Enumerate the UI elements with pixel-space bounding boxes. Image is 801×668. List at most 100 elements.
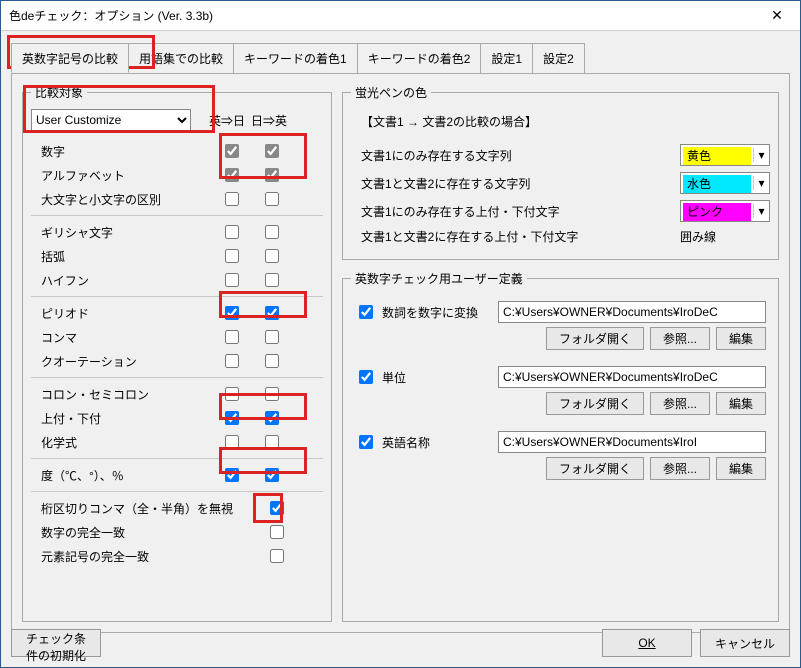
edit-button[interactable]: 編集 [716, 457, 766, 480]
userdef-checkbox[interactable] [359, 305, 373, 319]
userdef-path-input[interactable] [498, 431, 766, 453]
compare-row-label: 桁区切りコンマ（全・半角）を無視 [31, 500, 256, 517]
browse-button[interactable]: 参照... [650, 392, 710, 415]
userdef-checkbox[interactable] [359, 370, 373, 384]
color-select[interactable]: 水色▾ [680, 172, 770, 194]
folder-open-button[interactable]: フォルダ開く [546, 457, 644, 480]
compare-row: ギリシャ文字 [31, 220, 323, 244]
tab-settings2[interactable]: 設定2 [532, 43, 585, 73]
compare-checkbox-ej[interactable] [225, 249, 239, 263]
compare-checkbox-ej[interactable] [270, 525, 284, 539]
compare-checkbox-je[interactable] [265, 249, 279, 263]
compare-row: コンマ [31, 325, 323, 349]
userdef-checkbox[interactable] [359, 435, 373, 449]
highlighter-legend: 蛍光ペンの色 [351, 84, 431, 101]
init-conditions-button[interactable]: チェック条件の初期化 [11, 629, 101, 657]
compare-target-legend: 比較対象 [31, 84, 87, 101]
browse-button[interactable]: 参照... [650, 327, 710, 350]
browse-button[interactable]: 参照... [650, 457, 710, 480]
compare-row-label: 大文字と小文字の区別 [31, 191, 211, 208]
compare-checkbox-je[interactable] [265, 192, 279, 206]
compare-checkbox-ej[interactable] [225, 144, 239, 158]
compare-checkbox-ej[interactable] [225, 192, 239, 206]
tab-settings1[interactable]: 設定1 [480, 43, 533, 73]
compare-checkbox-ej[interactable] [225, 411, 239, 425]
tab-keyword-color1[interactable]: キーワードの着色1 [233, 43, 358, 73]
compare-checkbox-je[interactable] [265, 225, 279, 239]
color-name: 水色 [681, 175, 711, 192]
compare-checkbox-ej[interactable] [270, 501, 284, 515]
ok-button[interactable]: OK [602, 629, 692, 657]
highlighter-row: 文書1と文書2に存在する上付・下付文字囲み線 [351, 228, 770, 245]
compare-checkbox-je[interactable] [265, 144, 279, 158]
userdef-legend: 英数字チェック用ユーザー定義 [351, 270, 527, 287]
compare-row: コロン・セミコロン [31, 382, 323, 406]
compare-row: ハイフン [31, 268, 323, 292]
titlebar: 色deチェック：オプション (Ver. 3.3b) ✕ [1, 1, 800, 31]
compare-checkbox-ej[interactable] [225, 468, 239, 482]
compare-checkbox-je[interactable] [265, 306, 279, 320]
tab-alnum-compare[interactable]: 英数字記号の比較 [11, 43, 129, 73]
compare-row-label: 元素記号の完全一致 [31, 548, 256, 565]
compare-checkbox-je[interactable] [265, 468, 279, 482]
options-dialog: 色deチェック：オプション (Ver. 3.3b) ✕ 英数字記号の比較 用語集… [0, 0, 801, 668]
compare-checkbox-ej[interactable] [225, 168, 239, 182]
userdef-path-input[interactable] [498, 301, 766, 323]
tab-panel: 比較対象 User Customize 英⇒日 日⇒英 数字アルファベット大文字… [11, 73, 790, 633]
edit-button[interactable]: 編集 [716, 392, 766, 415]
close-icon[interactable]: ✕ [754, 1, 800, 30]
cancel-button[interactable]: キャンセル [700, 629, 790, 657]
chevron-down-icon: ▾ [753, 204, 769, 218]
userdef-group: 英数字チェック用ユーザー定義 数詞を数字に変換フォルダ開く参照...編集単位フォ… [342, 270, 779, 622]
compare-checkbox-ej[interactable] [225, 387, 239, 401]
userdef-path-input[interactable] [498, 366, 766, 388]
folder-open-button[interactable]: フォルダ開く [546, 392, 644, 415]
compare-checkbox-je[interactable] [265, 411, 279, 425]
highlighter-label: 文書1にのみ存在する上付・下付文字 [351, 203, 680, 220]
compare-checkbox-ej[interactable] [225, 435, 239, 449]
compare-row-label: コロン・セミコロン [31, 386, 211, 403]
compare-row: 数字 [31, 139, 323, 163]
compare-row: 化学式 [31, 430, 323, 454]
userdef-label: 英語名称 [382, 434, 492, 451]
color-select[interactable]: 黄色▾ [680, 144, 770, 166]
col-header-je: 日⇒英 [251, 112, 287, 129]
compare-checkbox-ej[interactable] [270, 549, 284, 563]
compare-row: クオーテーション [31, 349, 323, 373]
compare-row-label: ピリオド [31, 305, 211, 322]
compare-row: 上付・下付 [31, 406, 323, 430]
edit-button[interactable]: 編集 [716, 327, 766, 350]
highlighter-group: 蛍光ペンの色 【文書1 → 文書2の比較の場合】 文書1にのみ存在する文字列黄色… [342, 84, 779, 260]
window-title: 色deチェック：オプション (Ver. 3.3b) [9, 7, 213, 24]
tab-keyword-color2[interactable]: キーワードの着色2 [357, 43, 482, 73]
compare-checkbox-ej[interactable] [225, 306, 239, 320]
color-name-static: 囲み線 [680, 228, 770, 245]
compare-checkbox-ej[interactable] [225, 273, 239, 287]
userdef-label: 数詞を数字に変換 [382, 304, 492, 321]
highlighter-row: 文書1にのみ存在する文字列黄色▾ [351, 144, 770, 166]
tab-glossary-compare[interactable]: 用語集での比較 [128, 43, 234, 73]
compare-checkbox-je[interactable] [265, 168, 279, 182]
compare-row-label: アルファベット [31, 167, 211, 184]
highlighter-label: 文書1にのみ存在する文字列 [351, 147, 680, 164]
tab-strip: 英数字記号の比較 用語集での比較 キーワードの着色1 キーワードの着色2 設定1… [1, 31, 800, 73]
compare-checkbox-ej[interactable] [225, 330, 239, 344]
compare-target-group: 比較対象 User Customize 英⇒日 日⇒英 数字アルファベット大文字… [22, 84, 332, 622]
compare-checkbox-ej[interactable] [225, 225, 239, 239]
compare-row-label: クオーテーション [31, 353, 211, 370]
compare-checkbox-ej[interactable] [225, 354, 239, 368]
compare-mode-select[interactable]: User Customize [31, 109, 191, 131]
compare-checkbox-je[interactable] [265, 330, 279, 344]
compare-checkbox-je[interactable] [265, 435, 279, 449]
compare-row-label: 度（℃、°）、％ [31, 467, 211, 484]
compare-checkbox-je[interactable] [265, 387, 279, 401]
compare-checkbox-je[interactable] [265, 354, 279, 368]
content-area: 英数字記号の比較 用語集での比較 キーワードの着色1 キーワードの着色2 設定1… [1, 31, 800, 667]
compare-checkbox-je[interactable] [265, 273, 279, 287]
color-select[interactable]: ピンク▾ [680, 200, 770, 222]
compare-checkbox-table: 数字アルファベット大文字と小文字の区別ギリシャ文字括弧ハイフンピリオドコンマクオ… [31, 139, 323, 568]
highlighter-note: 【文書1 → 文書2の比較の場合】 [351, 109, 770, 138]
folder-open-button[interactable]: フォルダ開く [546, 327, 644, 350]
compare-row-label: 数字 [31, 143, 211, 160]
compare-row-label: ハイフン [31, 272, 211, 289]
